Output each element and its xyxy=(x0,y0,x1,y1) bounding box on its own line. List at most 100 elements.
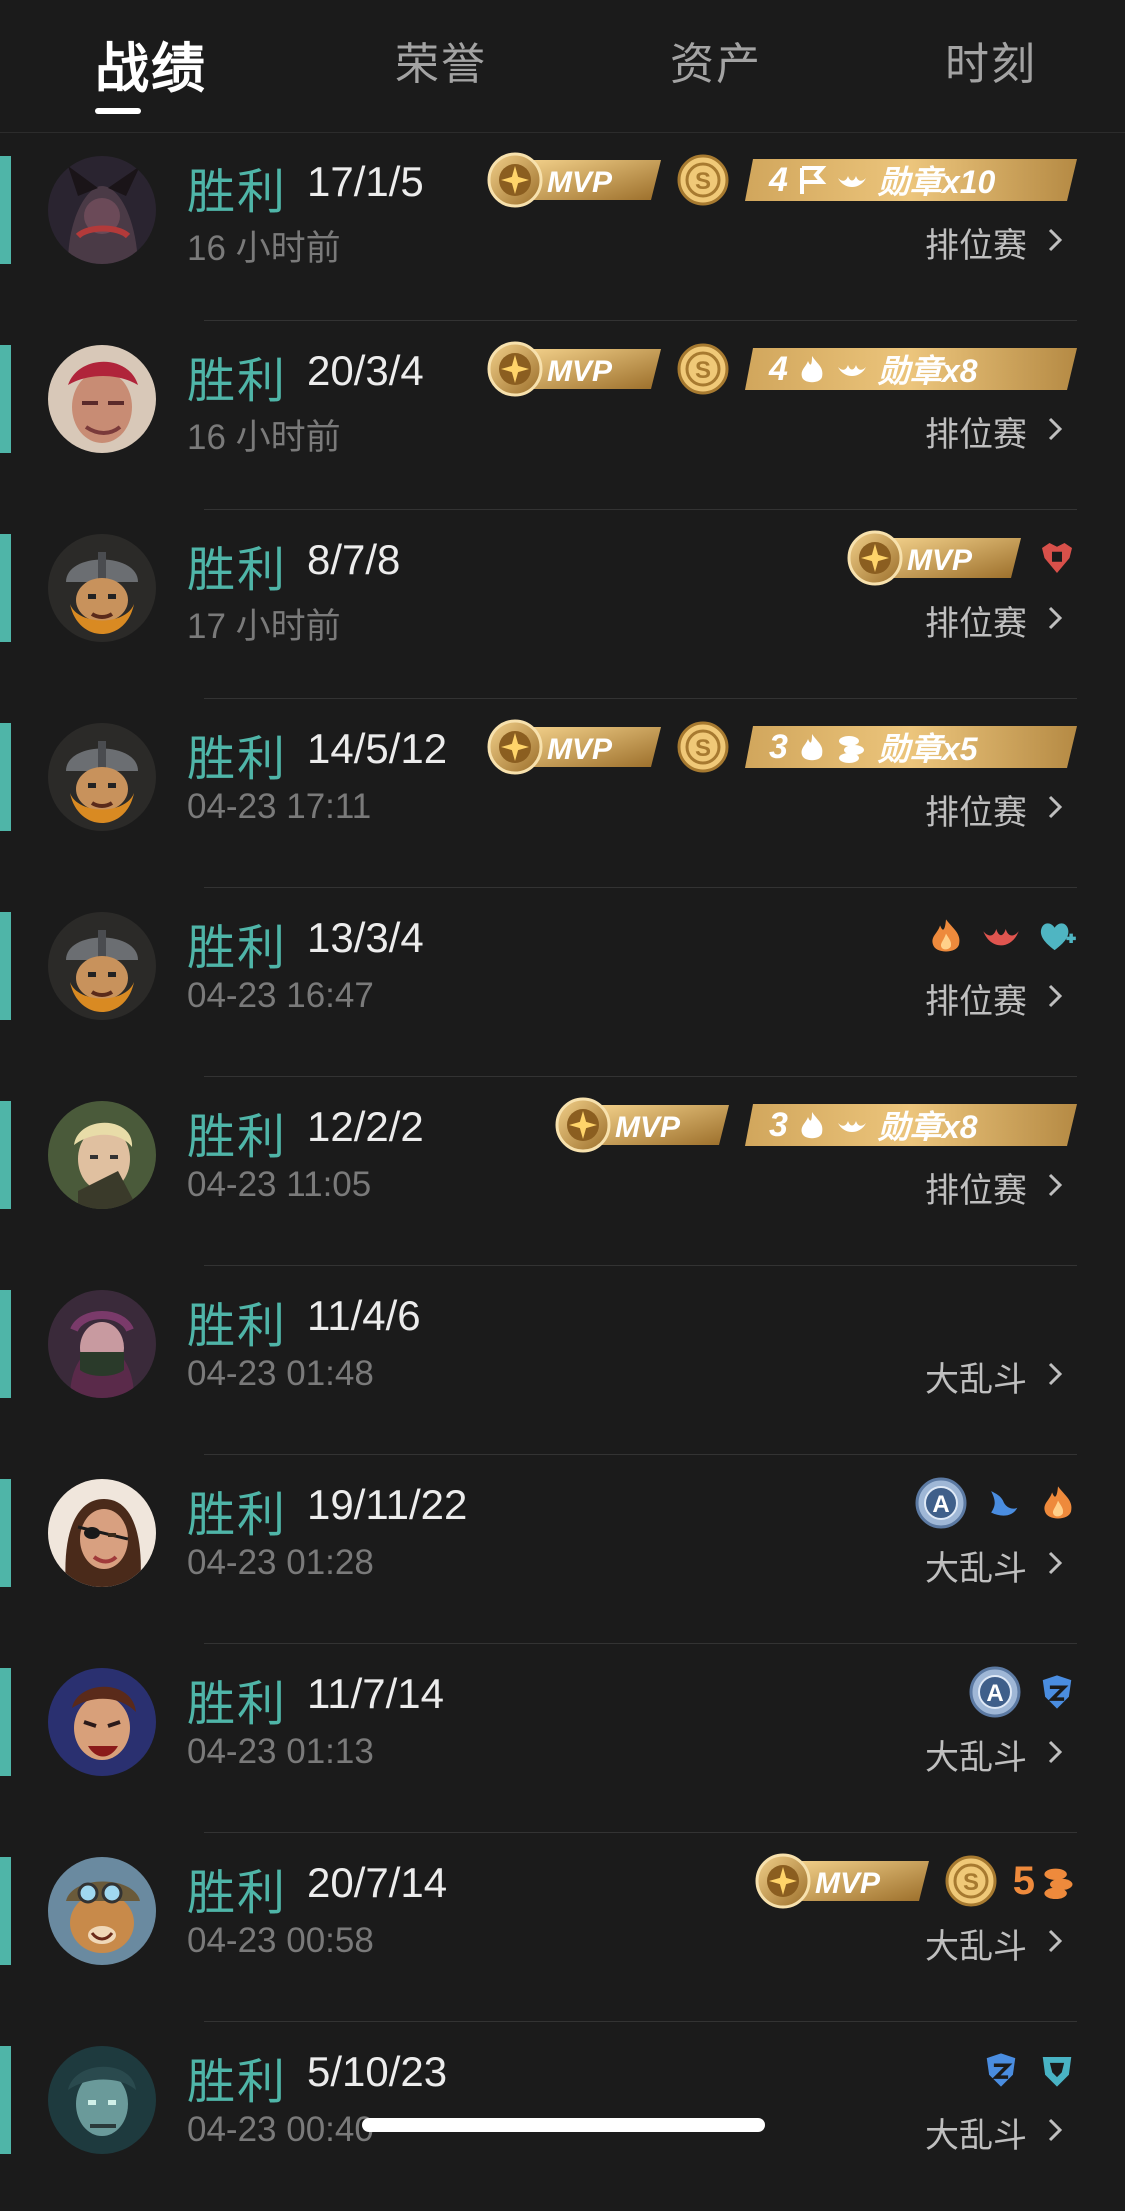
match-row[interactable]: 胜利 20/7/14 04-23 00:58 MVP S 5 大乱斗 xyxy=(0,1833,1125,2022)
medal-text: 勋章x8 xyxy=(877,353,978,389)
match-time: 04-23 11:05 xyxy=(187,1165,372,1204)
chevron-right-icon[interactable] xyxy=(1041,982,1069,1010)
svg-text:A: A xyxy=(932,1491,949,1518)
match-result: 胜利 xyxy=(187,1111,288,1164)
chevron-right-icon[interactable] xyxy=(1041,226,1069,254)
chevron-right-icon[interactable] xyxy=(1041,415,1069,443)
chevron-right-icon[interactable] xyxy=(1041,1360,1069,1388)
match-badges: MVP S 4 勋章x8 xyxy=(483,341,1077,397)
shield-icon xyxy=(1042,1675,1072,1709)
svg-text:MVP: MVP xyxy=(907,544,973,577)
win-indicator-bar xyxy=(0,1290,11,1398)
svg-text:MVP: MVP xyxy=(815,1867,881,1900)
win-indicator-bar xyxy=(0,345,11,453)
win-indicator-bar xyxy=(0,534,11,642)
coin-streak-count: 5 xyxy=(1012,1858,1035,1903)
wing-fire-icon xyxy=(837,176,866,187)
match-mode[interactable]: 排位赛 xyxy=(925,1163,1027,1212)
champion-avatar xyxy=(48,1101,156,1209)
match-row[interactable]: 胜利 19/11/22 04-23 01:28 A 大乱斗 xyxy=(0,1455,1125,1644)
match-mode[interactable]: 大乱斗 xyxy=(925,1352,1027,1401)
wing-fire-icon xyxy=(837,365,866,376)
match-kda: 11/4/6 xyxy=(307,1292,421,1339)
match-mode[interactable]: 排位赛 xyxy=(925,218,1027,267)
match-row[interactable]: 胜利 8/7/8 17 小时前 MVP 排位赛 xyxy=(0,510,1125,699)
coins-icon xyxy=(1044,1868,1073,1899)
match-time: 04-23 01:48 xyxy=(187,1354,374,1393)
tab-moments[interactable]: 时刻 xyxy=(945,28,1037,92)
chevron-right-icon[interactable] xyxy=(1041,1738,1069,1766)
chevron-right-icon[interactable] xyxy=(1041,1171,1069,1199)
tab-honor[interactable]: 荣誉 xyxy=(395,28,487,92)
mvp-badge: MVP xyxy=(555,1097,729,1153)
match-row[interactable]: 胜利 13/3/4 04-23 16:47 排位赛 xyxy=(0,888,1125,1077)
match-kda: 19/11/22 xyxy=(307,1481,468,1528)
match-badges: MVP S 5 xyxy=(751,1853,1077,1909)
match-result: 胜利 xyxy=(187,922,288,975)
match-kda: 13/3/4 xyxy=(307,914,424,961)
win-indicator-bar xyxy=(0,912,11,1020)
medal-count: 3 xyxy=(769,727,788,766)
match-kda: 8/7/8 xyxy=(307,536,401,583)
chevron-right-icon[interactable] xyxy=(1041,1549,1069,1577)
match-row[interactable]: 胜利 5/10/23 04-23 00:40 大乱斗 xyxy=(0,2022,1125,2211)
win-indicator-bar xyxy=(0,1668,11,1776)
match-time: 04-23 00:40 xyxy=(187,2110,374,2149)
fire-icon xyxy=(801,1112,823,1139)
tab-assets[interactable]: 资产 xyxy=(670,28,762,92)
match-badges: A xyxy=(915,1475,1077,1531)
match-time: 04-23 01:28 xyxy=(187,1543,374,1582)
s-grade-coin-icon: S xyxy=(945,1855,997,1907)
match-kda: 20/3/4 xyxy=(307,347,424,394)
match-row[interactable]: 胜利 12/2/2 04-23 11:05 MVP 3 勋章x8 排位赛 xyxy=(0,1077,1125,1266)
svg-text:S: S xyxy=(963,1869,979,1896)
match-row[interactable]: 胜利 20/3/4 16 小时前 MVP S 4 勋章x8 排位赛 xyxy=(0,321,1125,510)
match-result: 胜利 xyxy=(187,1489,288,1542)
match-row[interactable]: 胜利 14/5/12 04-23 17:11 MVP S 3 勋章x5 排位赛 xyxy=(0,699,1125,888)
home-indicator[interactable] xyxy=(362,2118,765,2132)
match-time: 17 小时前 xyxy=(187,607,341,646)
match-time: 04-23 01:13 xyxy=(187,1732,374,1771)
chevron-right-icon[interactable] xyxy=(1041,2116,1069,2144)
match-mode[interactable]: 大乱斗 xyxy=(925,1919,1027,1968)
match-row[interactable]: 胜利 17/1/5 16 小时前 MVP S 4 勋章x10 排位赛 xyxy=(0,132,1125,321)
champion-avatar xyxy=(48,1290,156,1398)
chevron-right-icon[interactable] xyxy=(1041,793,1069,821)
medal-count: 4 xyxy=(769,160,788,199)
svg-text:MVP: MVP xyxy=(615,1111,681,1144)
win-indicator-bar xyxy=(0,2046,11,2154)
mvp-badge: MVP xyxy=(487,341,661,397)
medal-strip: 3 勋章x5 xyxy=(745,724,1077,770)
s-grade-coin-icon: S xyxy=(677,721,729,773)
match-result: 胜利 xyxy=(187,1867,288,1920)
chevron-right-icon[interactable] xyxy=(1041,604,1069,632)
match-kda: 12/2/2 xyxy=(307,1103,424,1150)
win-indicator-bar xyxy=(0,1857,11,1965)
medal-strip: 4 勋章x10 xyxy=(745,157,1077,203)
match-badges: MVP S 3 勋章x5 xyxy=(483,719,1077,775)
match-mode[interactable]: 大乱斗 xyxy=(925,2108,1027,2157)
wing-fire-icon xyxy=(837,1121,866,1132)
medal-text: 勋章x5 xyxy=(877,731,978,767)
match-row[interactable]: 胜利 11/4/6 04-23 01:48 大乱斗 xyxy=(0,1266,1125,1455)
a-grade-coin-icon: A xyxy=(915,1477,967,1529)
match-mode[interactable]: 排位赛 xyxy=(925,785,1027,834)
match-mode[interactable]: 大乱斗 xyxy=(925,1730,1027,1779)
match-mode[interactable]: 排位赛 xyxy=(925,407,1027,456)
medal-count: 3 xyxy=(769,1105,788,1144)
match-mode[interactable]: 排位赛 xyxy=(925,974,1027,1023)
active-tab-indicator xyxy=(95,108,141,114)
coin-streak: 5 xyxy=(1013,1859,1077,1904)
match-time: 04-23 00:58 xyxy=(187,1921,374,1960)
wing-fire-icon xyxy=(983,928,1019,946)
win-indicator-bar xyxy=(0,1479,11,1587)
match-result: 胜利 xyxy=(187,1300,288,1353)
chevron-right-icon[interactable] xyxy=(1041,1927,1069,1955)
match-result: 胜利 xyxy=(187,166,288,219)
tab-record[interactable]: 战绩 xyxy=(95,24,207,103)
medal-strip: 4 勋章x8 xyxy=(745,346,1077,392)
match-mode[interactable]: 排位赛 xyxy=(925,596,1027,645)
match-mode[interactable]: 大乱斗 xyxy=(925,1541,1027,1590)
match-row[interactable]: 胜利 11/7/14 04-23 01:13 A 大乱斗 xyxy=(0,1644,1125,1833)
mvp-badge: MVP xyxy=(487,152,661,208)
